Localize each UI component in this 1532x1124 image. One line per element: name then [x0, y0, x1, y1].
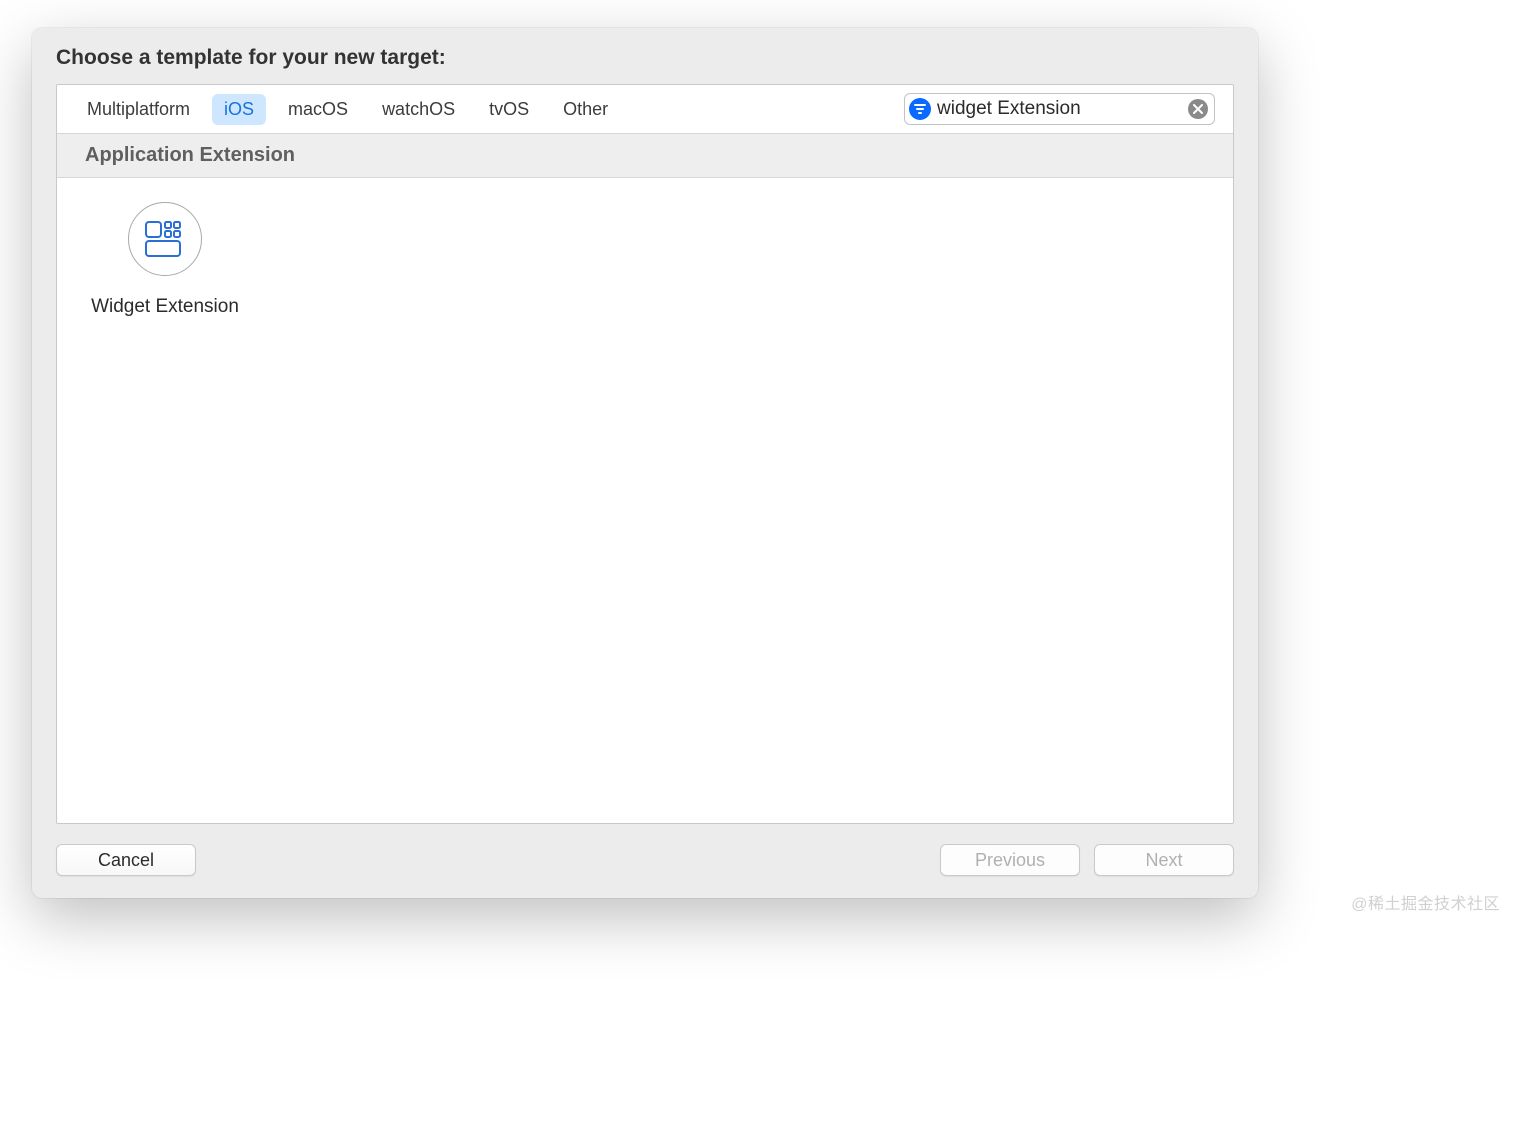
tab-other[interactable]: Other: [551, 94, 620, 125]
template-widget-extension[interactable]: Widget Extension: [77, 202, 253, 318]
template-grid: Widget Extension: [57, 178, 1233, 823]
tab-ios[interactable]: iOS: [212, 94, 266, 125]
cancel-button[interactable]: Cancel: [56, 844, 196, 876]
widget-icon: [128, 202, 202, 276]
new-target-template-dialog: Choose a template for your new target: M…: [32, 28, 1258, 898]
clear-search-icon[interactable]: [1188, 99, 1208, 119]
next-button[interactable]: Next: [1094, 844, 1234, 876]
search-field-wrap[interactable]: [904, 93, 1215, 125]
section-header-application-extension: Application Extension: [57, 134, 1233, 178]
content-panel: Multiplatform iOS macOS watchOS tvOS Oth…: [56, 84, 1234, 824]
previous-button[interactable]: Previous: [940, 844, 1080, 876]
dialog-title: Choose a template for your new target:: [32, 46, 1258, 84]
tab-watchos[interactable]: watchOS: [370, 94, 467, 125]
tab-tvos[interactable]: tvOS: [477, 94, 541, 125]
search-input[interactable]: [937, 98, 1182, 120]
dialog-footer: Cancel Previous Next: [32, 824, 1258, 898]
filter-icon: [909, 98, 931, 120]
template-label: Widget Extension: [77, 296, 253, 318]
tab-row: Multiplatform iOS macOS watchOS tvOS Oth…: [57, 85, 1233, 134]
tab-multiplatform[interactable]: Multiplatform: [75, 94, 202, 125]
platform-tabs: Multiplatform iOS macOS watchOS tvOS Oth…: [75, 94, 620, 125]
tab-macos[interactable]: macOS: [276, 94, 360, 125]
watermark-text: @稀土掘金技术社区: [1351, 890, 1500, 914]
